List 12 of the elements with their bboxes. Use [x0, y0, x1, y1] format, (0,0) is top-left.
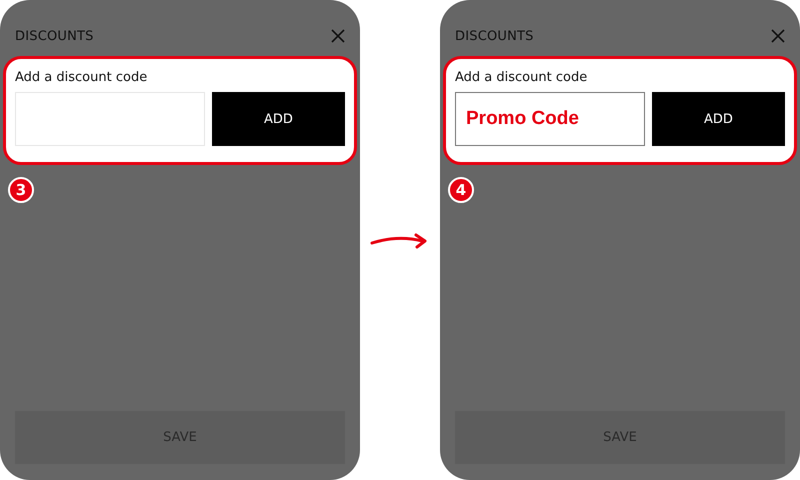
field-label: Add a discount code — [15, 70, 148, 85]
discount-code-field[interactable]: Promo Code — [455, 92, 645, 146]
close-icon[interactable] — [331, 29, 345, 43]
step-number: 4 — [448, 177, 474, 203]
field-label: Add a discount code — [455, 70, 588, 85]
panel-title: DISCOUNTS — [455, 28, 534, 44]
panel-title: DISCOUNTS — [15, 28, 94, 44]
step-number: 3 — [8, 177, 34, 203]
add-button[interactable]: ADD — [652, 92, 785, 146]
add-button[interactable]: ADD — [212, 92, 345, 146]
close-icon[interactable] — [771, 29, 785, 43]
discount-code-field[interactable] — [15, 92, 205, 146]
